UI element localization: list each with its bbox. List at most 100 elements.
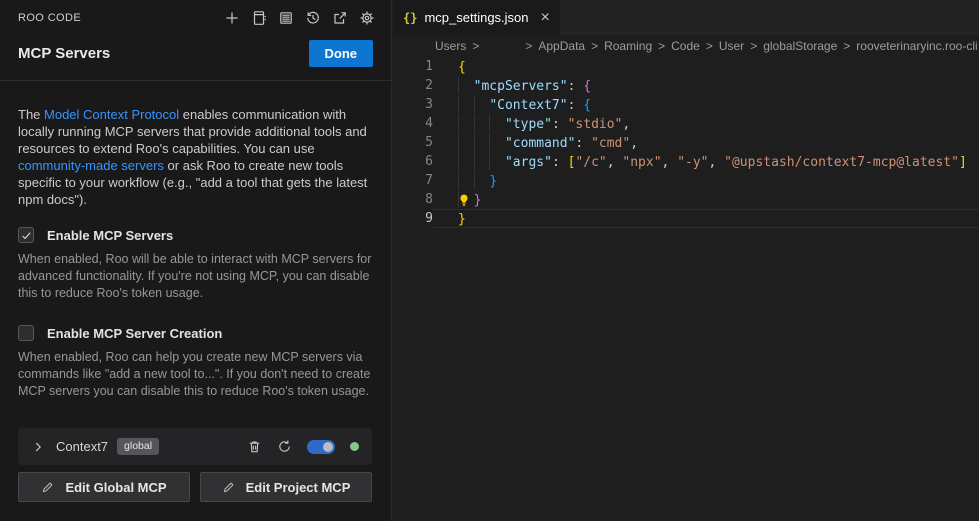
server-actions [247, 439, 359, 454]
indent-guide [474, 172, 475, 189]
plus-icon[interactable] [224, 10, 240, 26]
line-number: 2 [393, 76, 433, 95]
enable-mcp-servers-checkbox[interactable] [18, 227, 34, 243]
trash-icon[interactable] [247, 439, 262, 454]
breadcrumb-separator: > [658, 39, 665, 53]
code-token: "cmd" [591, 136, 630, 151]
breadcrumb-segment[interactable]: rooveterinaryinc.roo-cli [856, 39, 977, 53]
enable-mcp-servers-description: When enabled, Roo will be able to intera… [18, 251, 372, 302]
indent-guide [458, 153, 459, 170]
sidebar-header: ROO CODE [0, 0, 391, 26]
enable-mcp-servers-row: Enable MCP Servers [18, 227, 372, 243]
code-line[interactable]: 2 "mcpServers": { [393, 76, 979, 95]
code-editor[interactable]: 1{2 "mcpServers": {3 "Context7": {4 "typ… [393, 57, 979, 228]
breadcrumb-separator: > [591, 39, 598, 53]
line-content: } [433, 190, 979, 209]
code-token: } [474, 193, 482, 208]
code-token: { [583, 98, 591, 113]
tab-mcp-settings-json[interactable]: {} mcp_settings.json × [393, 0, 560, 35]
breadcrumb-segment[interactable]: Users [435, 39, 466, 53]
line-content: "Context7": { [433, 95, 979, 114]
code-line[interactable]: 9} [393, 209, 979, 228]
code-token: : [568, 79, 584, 94]
line-content: "type": "stdio", [433, 114, 979, 133]
indent-guide [474, 134, 475, 151]
code-token: "-y" [677, 155, 708, 170]
lightbulb-icon[interactable] [457, 193, 471, 207]
code-token: "type" [505, 117, 552, 132]
code-token: { [458, 60, 466, 75]
line-number: 1 [393, 57, 433, 76]
breadcrumb-segment[interactable]: AppData [538, 39, 585, 53]
line-content: } [433, 171, 979, 190]
indent-guide [474, 96, 475, 113]
code-token [458, 155, 505, 170]
code-token: } [489, 174, 497, 189]
server-scope-badge: global [117, 438, 159, 455]
breadcrumb-segment[interactable]: globalStorage [763, 39, 837, 53]
code-token: "Context7" [489, 98, 567, 113]
brand-label: ROO CODE [18, 12, 81, 24]
code-line[interactable]: 4 "type": "stdio", [393, 114, 979, 133]
breadcrumb-separator: > [472, 39, 479, 53]
chevron-right-icon[interactable] [31, 440, 45, 454]
line-number: 6 [393, 152, 433, 171]
gear-icon[interactable] [359, 10, 375, 26]
history-icon[interactable] [305, 10, 321, 26]
model-context-protocol-link[interactable]: Model Context Protocol [44, 107, 179, 122]
refresh-icon[interactable] [277, 439, 292, 454]
line-content: "args": ["/c", "npx", "-y", "@upstash/co… [433, 152, 979, 171]
mcp-server-row-context7[interactable]: Context7 global [18, 428, 372, 465]
code-token: "stdio" [568, 117, 623, 132]
json-file-icon: {} [403, 11, 417, 25]
editor-group: {} mcp_settings.json × Users > > AppData > Ro… [393, 0, 979, 521]
code-token: , [622, 117, 630, 132]
notebook-icon[interactable] [251, 10, 267, 26]
breadcrumb-segment[interactable]: Code [671, 39, 700, 53]
code-line[interactable]: 8 } [393, 190, 979, 209]
code-line[interactable]: 6 "args": ["/c", "npx", "-y", "@upstash/… [393, 152, 979, 171]
open-external-icon[interactable] [332, 10, 348, 26]
code-token: "/c" [575, 155, 606, 170]
server-status-dot [350, 442, 359, 451]
server-enabled-toggle[interactable] [307, 440, 335, 454]
code-line[interactable]: 7 } [393, 171, 979, 190]
enable-mcp-creation-checkbox[interactable] [18, 325, 34, 341]
breadcrumb-segment[interactable]: Roaming [604, 39, 652, 53]
breadcrumb-segment[interactable]: User [719, 39, 744, 53]
code-token [458, 117, 505, 132]
indent-guide [458, 134, 459, 151]
tab-title: mcp_settings.json [424, 10, 528, 25]
indent-guide [474, 153, 475, 170]
done-button[interactable]: Done [309, 40, 374, 67]
code-token: "@upstash/context7-mcp@latest" [724, 155, 959, 170]
community-made-servers-link[interactable]: community-made servers [18, 158, 164, 173]
edit-project-mcp-button[interactable]: Edit Project MCP [200, 472, 372, 502]
edit-global-mcp-label: Edit Global MCP [65, 480, 166, 495]
line-number: 9 [393, 209, 433, 228]
breadcrumb: Users>>AppData>Roaming>Code>User>globalS… [393, 35, 979, 57]
breadcrumb-separator: > [706, 39, 713, 53]
mcp-server-icon[interactable] [278, 10, 294, 26]
checkmark-icon [20, 229, 33, 242]
intro-text: The [18, 107, 44, 122]
code-token: , [630, 136, 638, 151]
code-line[interactable]: 1{ [393, 57, 979, 76]
code-token: : [552, 155, 568, 170]
line-number: 5 [393, 133, 433, 152]
code-token: "mcpServers" [474, 79, 568, 94]
code-line[interactable]: 5 "command": "cmd", [393, 133, 979, 152]
editor-tab-bar: {} mcp_settings.json × [393, 0, 979, 35]
indent-guide [489, 134, 490, 151]
pencil-icon [222, 481, 235, 494]
code-token: , [709, 155, 725, 170]
code-token: "npx" [622, 155, 661, 170]
code-token: ] [959, 155, 967, 170]
indent-guide [458, 96, 459, 113]
close-tab-icon[interactable]: × [541, 10, 550, 26]
code-token: , [607, 155, 623, 170]
enable-mcp-creation-row: Enable MCP Server Creation [18, 325, 372, 341]
edit-global-mcp-button[interactable]: Edit Global MCP [18, 472, 190, 502]
line-content: "command": "cmd", [433, 133, 979, 152]
code-line[interactable]: 3 "Context7": { [393, 95, 979, 114]
